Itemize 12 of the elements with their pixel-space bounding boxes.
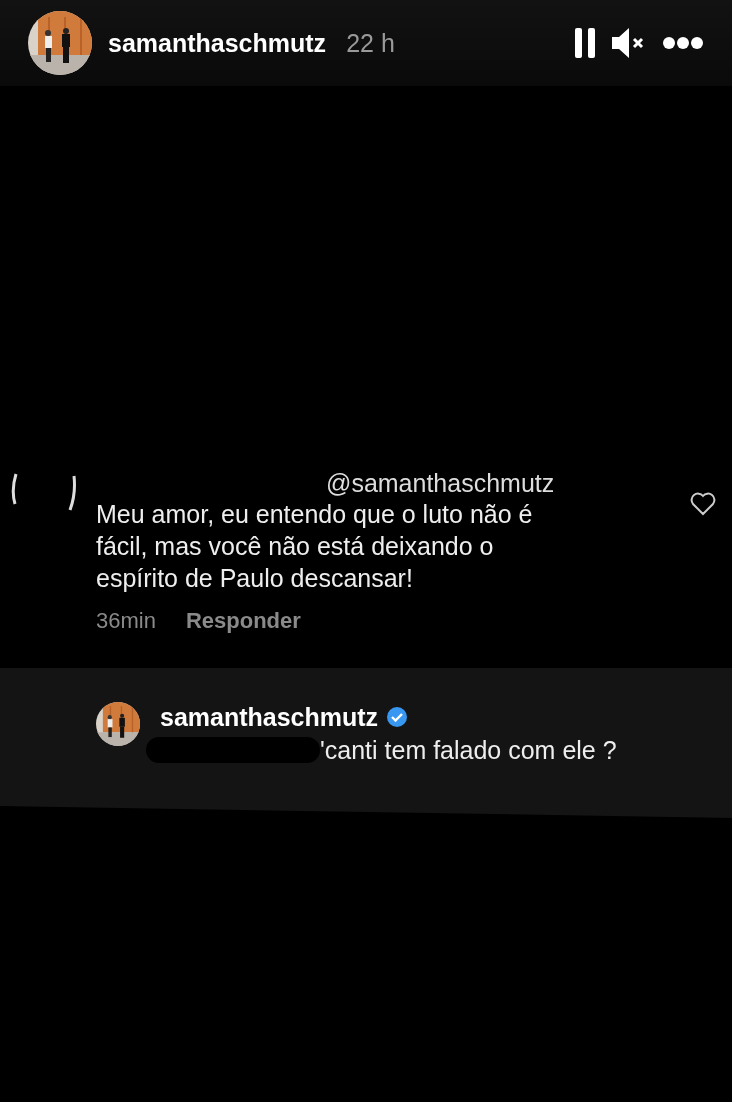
pause-icon[interactable] [574,28,596,58]
mention-link[interactable]: @samanthaschmutz [96,468,690,498]
comment-time: 36min [96,608,156,633]
username[interactable]: samanthaschmutz [108,28,327,58]
username[interactable]: samanthaschmutz [160,702,379,732]
timestamp: 22 h [346,28,395,58]
mute-icon[interactable] [612,28,646,58]
reply-link[interactable]: Responder [185,608,301,633]
heart-icon[interactable] [690,492,716,516]
more-icon[interactable] [662,36,704,50]
comment-text: Meu amor, eu entendo que o luto não é fácil, mas você não está deixando o espírito de Paulo descansar! [96,499,534,594]
reply-text: 'canti tem falado com ele ? [320,736,617,764]
